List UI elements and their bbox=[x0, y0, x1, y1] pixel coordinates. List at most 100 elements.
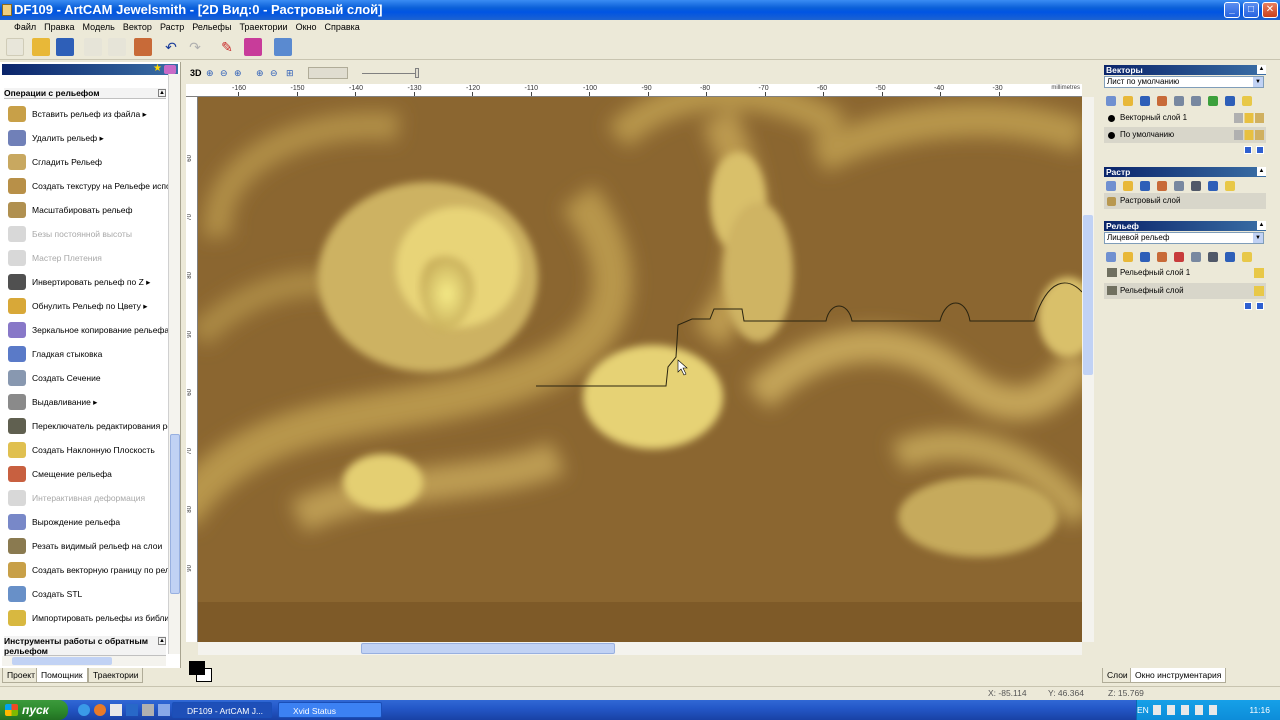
chevron-down-icon[interactable]: ▼ bbox=[1253, 233, 1263, 243]
menu-file[interactable]: Файл bbox=[0, 22, 40, 32]
vector-layer-1[interactable]: Векторный слой 1 bbox=[1104, 110, 1266, 126]
menu-edit[interactable]: Правка bbox=[40, 22, 78, 32]
maximize-button[interactable]: □ bbox=[1243, 2, 1259, 18]
operation-item[interactable]: Масштабировать рельеф bbox=[8, 198, 168, 222]
draw-tool-icon[interactable]: ✎ bbox=[218, 38, 236, 56]
operation-item[interactable]: Инвертировать рельеф по Z ▸ bbox=[8, 270, 168, 294]
redo-icon[interactable]: ↷ bbox=[186, 38, 204, 56]
section-relief-operations[interactable]: Операции с рельефом ▲ bbox=[4, 88, 166, 99]
move-layer-up-icon[interactable] bbox=[1244, 146, 1252, 154]
operation-item[interactable]: Смещение рельефа bbox=[8, 462, 168, 486]
language-indicator[interactable]: EN bbox=[1137, 700, 1149, 720]
menu-help[interactable]: Справка bbox=[321, 22, 364, 32]
close-button[interactable]: ✕ bbox=[1262, 2, 1278, 18]
tab-layers[interactable]: Слои bbox=[1102, 668, 1133, 683]
operation-item[interactable]: Обнулить Рельеф по Цвету ▸ bbox=[8, 294, 168, 318]
canvas-vscrollbar[interactable] bbox=[1082, 97, 1094, 642]
operation-item[interactable]: Создать векторную границу по рель bbox=[8, 558, 168, 582]
left-panel-scrollbar[interactable] bbox=[168, 74, 180, 654]
layer-visibility-icons[interactable] bbox=[1254, 268, 1264, 278]
color-swatches[interactable] bbox=[186, 658, 216, 684]
operation-item[interactable]: Резать видимый рельеф на слои bbox=[8, 534, 168, 558]
tab-toolpaths[interactable]: Траектории bbox=[88, 668, 144, 683]
relief-layer-tools[interactable] bbox=[1104, 250, 1266, 264]
cut-icon[interactable] bbox=[84, 38, 102, 56]
collapse-icon[interactable]: ▲ bbox=[158, 89, 166, 97]
scroll-thumb[interactable] bbox=[12, 657, 112, 665]
raster-layer[interactable]: Растровый слой bbox=[1104, 193, 1266, 209]
view-mode-buttons[interactable] bbox=[308, 67, 348, 79]
star-icon[interactable]: ★ bbox=[153, 63, 162, 74]
contrast-slider[interactable] bbox=[362, 73, 418, 74]
left-panel-hscrollbar[interactable] bbox=[2, 656, 166, 666]
menu-vector[interactable]: Вектор bbox=[119, 22, 156, 32]
scroll-thumb[interactable] bbox=[1083, 215, 1093, 375]
layer-visibility-icons[interactable] bbox=[1254, 286, 1264, 296]
operation-item[interactable]: Переключатель редактирования ре bbox=[8, 414, 168, 438]
raster-layer-tools[interactable] bbox=[1104, 179, 1266, 193]
slider-handle[interactable] bbox=[415, 68, 419, 78]
collapse-icon[interactable]: ▲ bbox=[158, 637, 166, 645]
eraser-icon[interactable] bbox=[244, 38, 262, 56]
undo-icon[interactable]: ↶ bbox=[162, 38, 180, 56]
operation-item[interactable]: Интерактивная деформация bbox=[8, 486, 168, 510]
section-back-relief-tools[interactable]: Инструменты работы с обратным рельефом ▲ bbox=[4, 636, 166, 656]
firefox-icon[interactable] bbox=[94, 704, 106, 716]
task-xvid-status[interactable]: Xvid Status bbox=[278, 702, 382, 718]
chevron-down-icon[interactable]: ▼ bbox=[1253, 77, 1263, 87]
operation-item[interactable]: Выдавливание ▸ bbox=[8, 390, 168, 414]
operation-item[interactable]: Вырождение рельефа bbox=[8, 510, 168, 534]
save-icon[interactable] bbox=[56, 38, 74, 56]
ie-icon[interactable] bbox=[78, 704, 90, 716]
vector-sheet-select[interactable]: Лист по умолчанию ▼ bbox=[1104, 76, 1264, 88]
collapse-icon[interactable]: ▲ bbox=[1257, 167, 1266, 176]
layer-visibility-icons[interactable] bbox=[1234, 130, 1264, 140]
zoom-box-icon[interactable]: ⊕ bbox=[234, 68, 242, 79]
tab-toolbox[interactable]: Окно инструментария bbox=[1130, 668, 1227, 683]
minimize-button[interactable]: _ bbox=[1224, 2, 1240, 18]
scroll-thumb[interactable] bbox=[170, 434, 180, 594]
layer-visibility-icons[interactable] bbox=[1234, 113, 1264, 123]
zoom-previous-icon[interactable]: ⊖ bbox=[270, 68, 278, 79]
zoom-all-icon[interactable]: ⊞ bbox=[286, 68, 294, 79]
move-layer-up-icon[interactable] bbox=[1244, 302, 1252, 310]
task-artcam[interactable]: DF109 - ArtCAM J... bbox=[172, 702, 272, 718]
menu-reliefs[interactable]: Рельефы bbox=[188, 22, 235, 32]
operation-item[interactable]: Сгладить Рельеф bbox=[8, 150, 168, 174]
tray-icons[interactable] bbox=[1153, 705, 1223, 715]
tab-project[interactable]: Проект bbox=[2, 668, 40, 683]
operation-item[interactable]: Безы постоянной высоты bbox=[8, 222, 168, 246]
foreground-color-swatch[interactable] bbox=[189, 661, 205, 675]
collapse-icon[interactable]: ▲ bbox=[1257, 65, 1266, 74]
raster-canvas[interactable] bbox=[198, 97, 1082, 642]
move-layer-down-icon[interactable] bbox=[1256, 302, 1264, 310]
operation-item[interactable]: Зеркальное копирование рельефа bbox=[8, 318, 168, 342]
canvas-hscrollbar[interactable] bbox=[198, 642, 1082, 655]
start-button[interactable]: пуск bbox=[0, 700, 68, 720]
operation-item[interactable]: Вставить рельеф из файла ▸ bbox=[8, 102, 168, 126]
menu-model[interactable]: Модель bbox=[79, 22, 119, 32]
operation-item[interactable]: Создать STL bbox=[8, 582, 168, 606]
operation-item[interactable]: Гладкая стыковка bbox=[8, 342, 168, 366]
relief-mode-select[interactable]: Лицевой рельеф ▼ bbox=[1104, 232, 1264, 244]
view-3d-button[interactable]: 3D bbox=[190, 68, 202, 78]
zoom-in-icon[interactable]: ⊕ bbox=[206, 68, 214, 79]
menu-window[interactable]: Окно bbox=[292, 22, 321, 32]
desktop-icon[interactable] bbox=[126, 704, 138, 716]
vector-layer-tools[interactable] bbox=[1104, 94, 1266, 108]
tab-assistant[interactable]: Помощник bbox=[36, 668, 88, 683]
zoom-out-icon[interactable]: ⊖ bbox=[220, 68, 228, 79]
collapse-icon[interactable]: ▲ bbox=[1257, 221, 1266, 230]
open-folder-icon[interactable] bbox=[32, 38, 50, 56]
menu-toolpaths[interactable]: Траектории bbox=[235, 22, 291, 32]
move-layer-down-icon[interactable] bbox=[1256, 146, 1264, 154]
quicklaunch-icon[interactable] bbox=[142, 704, 154, 716]
pin-panel-icon[interactable] bbox=[164, 65, 176, 74]
quicklaunch-icon[interactable] bbox=[110, 704, 122, 716]
operation-item[interactable]: Создать Сечение bbox=[8, 366, 168, 390]
quicklaunch-icon[interactable] bbox=[158, 704, 170, 716]
operation-item[interactable]: Импортировать рельефы из библи bbox=[8, 606, 168, 630]
operation-item[interactable]: Создать Наклонную Плоскость bbox=[8, 438, 168, 462]
zoom-fit-icon[interactable]: ⊕ bbox=[256, 68, 264, 79]
vector-layer-default[interactable]: По умолчанию bbox=[1104, 127, 1266, 143]
